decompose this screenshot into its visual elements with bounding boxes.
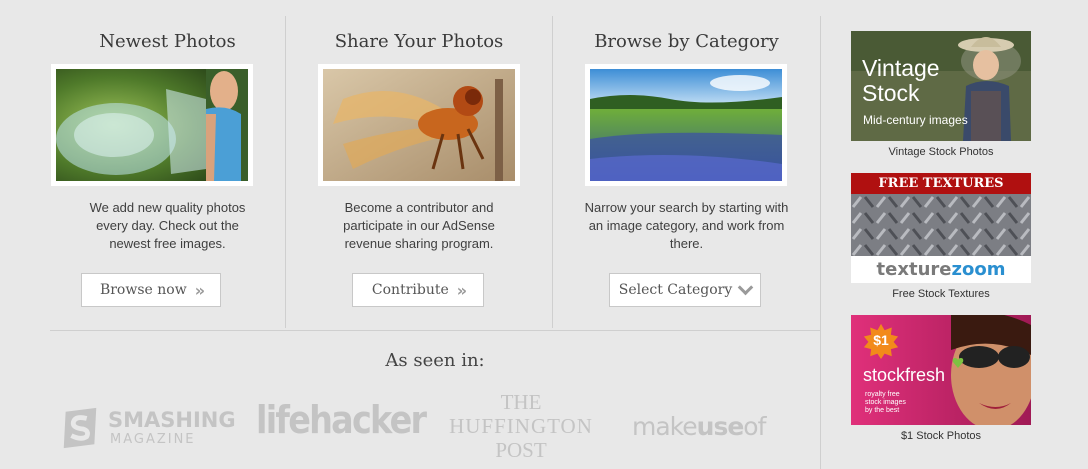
browse-now-label: Browse now — [99, 282, 187, 298]
sidebar-divider — [820, 16, 821, 469]
free-textures-caption[interactable]: Free Stock Textures — [851, 288, 1031, 300]
vintage-title1: Vintage — [862, 55, 940, 81]
column-title: Newest Photos — [99, 31, 236, 52]
stockfresh-badge: $1 — [873, 332, 889, 348]
smashing-line1: SMASHING — [108, 408, 236, 432]
huffington-line1: THE — [500, 390, 542, 414]
column-description: We add new quality photos every day. Che… — [89, 200, 246, 251]
huffington-post-logo[interactable]: THE HUFFINGTON POST — [440, 390, 602, 462]
texturezoom-logo: texturezoom — [851, 256, 1031, 283]
texturezoom-part2: zoom — [951, 259, 1006, 280]
select-category-label: Select Category — [618, 282, 733, 298]
stockfresh-tagline3: by the best — [865, 407, 900, 414]
makeuseof-part2: use — [696, 412, 745, 441]
browse-category-image[interactable] — [585, 64, 787, 186]
chevron-down-icon — [737, 279, 754, 296]
column-newest-photos: Newest Photos We add new quality photos … — [50, 0, 285, 330]
makeuseof-part1: make — [632, 412, 698, 441]
column-title: Share Your Photos — [334, 31, 504, 52]
vintage-title2: Stock — [862, 80, 920, 106]
stockfresh-ad[interactable]: $1 stockfresh royalty free stock images … — [851, 315, 1031, 425]
lifehacker-logo[interactable]: lifehacker — [256, 398, 427, 442]
column-title: Browse by Category — [594, 31, 779, 52]
huffington-line2: HUFFINGTON — [449, 414, 593, 438]
free-textures-banner: FREE TEXTURES — [851, 173, 1031, 194]
contribute-button[interactable]: Contribute » — [352, 273, 484, 307]
green-heart-icon — [952, 358, 964, 368]
texturezoom-part1: texture — [876, 259, 952, 280]
column-share-photos: Share Your Photos Become a contributor a… — [286, 0, 552, 330]
makeuseof-part3: of — [743, 412, 766, 441]
stockfresh-tagline2: stock images — [865, 399, 906, 406]
share-photos-image[interactable] — [318, 64, 520, 186]
newest-photos-image[interactable] — [51, 64, 253, 186]
diamond-plate-texture — [851, 194, 1031, 256]
vintage-subtitle: Mid-century images — [863, 113, 968, 127]
column-description: Become a contributor and participate in … — [343, 200, 495, 251]
smashing-s-icon — [63, 407, 97, 449]
stockfresh-brand: stockfresh — [863, 365, 946, 385]
stockfresh-tagline: royalty free stock images by the best — [865, 391, 906, 415]
double-chevron-right-icon: » — [456, 280, 467, 300]
smashing-line2: MAGAZINE — [110, 432, 196, 447]
select-category-dropdown[interactable]: Select Category — [609, 273, 761, 307]
column-description: Narrow your search by starting with an i… — [584, 200, 789, 251]
huffington-line3: POST — [495, 438, 547, 462]
contribute-label: Contribute — [371, 282, 449, 298]
smashing-magazine-logo[interactable]: SMASHING MAGAZINE — [58, 404, 236, 452]
vintage-stock-ad[interactable]: Vintage Stock Mid-century images — [851, 31, 1031, 141]
double-chevron-right-icon: » — [194, 280, 205, 300]
stockfresh-caption[interactable]: $1 Stock Photos — [851, 430, 1031, 442]
vintage-stock-caption[interactable]: Vintage Stock Photos — [851, 146, 1031, 158]
browse-now-button[interactable]: Browse now » — [81, 273, 221, 307]
as-seen-in-title: As seen in: — [385, 350, 485, 371]
column-browse-category: Browse by Category Narrow your search by… — [553, 0, 820, 330]
makeuseof-logo[interactable]: makeuseof — [632, 412, 766, 441]
stockfresh-tagline1: royalty free — [865, 391, 900, 398]
section-divider — [50, 330, 820, 331]
free-textures-ad[interactable]: FREE TEXTURES texturezoom — [851, 173, 1031, 283]
